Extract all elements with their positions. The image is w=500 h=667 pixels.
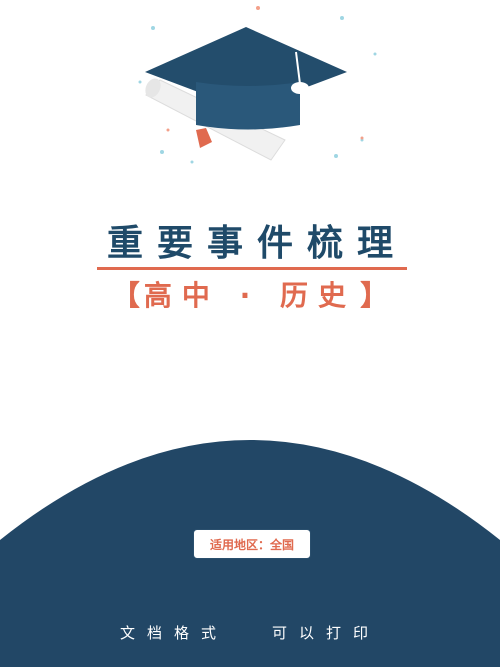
subtitle-close-bracket: 】 [360, 279, 389, 312]
title-underline [97, 267, 407, 270]
page-title: 重要事件梳理 [106, 223, 407, 264]
region-badge: 适用地区：全国 [193, 529, 311, 559]
footer-left-text: 文档格式 [119, 624, 228, 642]
subtitle: 【高中 · 历史】 [0, 274, 500, 314]
subtitle-open-bracket: 【 [111, 279, 140, 312]
subtitle-text: 高中 · 历史 [143, 279, 357, 312]
footer-right-text: 可以打印 [272, 624, 381, 642]
cover-page: 重要事件梳理 【高中 · 历史】 适用地区：全国 文档格式 可以打印 [0, 0, 500, 667]
graduation-cap-icon [145, 27, 347, 130]
graduation-cap-illustration [138, 6, 377, 164]
footer-note: 文档格式 可以打印 [0, 622, 500, 646]
